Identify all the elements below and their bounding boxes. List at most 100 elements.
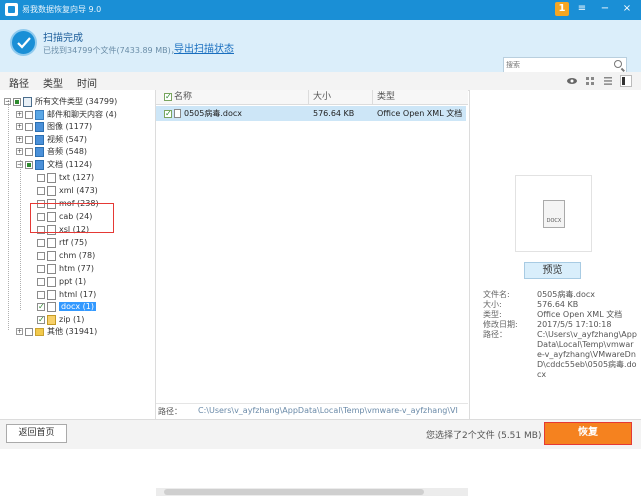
tab-path[interactable]: 路径 [9,75,29,90]
tree-checkbox[interactable] [37,238,45,247]
tree-checkbox[interactable] [25,110,33,119]
column-name[interactable]: 名称 [164,91,192,103]
tree-checkbox[interactable] [25,122,33,131]
tree-item[interactable]: − 所有文件类型 (34799) [4,96,117,108]
grid-view-icon[interactable] [584,75,596,87]
meta-label: 修改日期: [483,320,518,329]
tree-item[interactable]: + 其他 (31941) [16,326,97,338]
tree-checkbox[interactable] [25,327,33,336]
collapse-icon[interactable]: − [16,161,23,168]
preview-eye-icon[interactable] [566,75,578,87]
tree-checkbox[interactable] [37,173,45,182]
preview-pane: DOCX 预览 文件名: 0505病毒.docx 大小: 576.64 KB 类型: Of… [469,90,641,419]
row-checkbox[interactable] [164,108,172,119]
file-icon [47,185,56,196]
detail-view-icon[interactable] [620,75,632,87]
tree-checkbox[interactable] [37,314,45,326]
notification-badge[interactable]: 1 [555,2,569,16]
tree-item[interactable]: docx (1) [28,301,96,313]
menu-icon[interactable]: ≡ [575,2,589,16]
list-header: 名称 大小 类型 [156,90,468,105]
tree-item-label: 音频 (548) [47,147,88,156]
minimize-icon[interactable]: − [598,2,612,16]
expand-icon[interactable]: + [16,148,23,155]
collapse-icon[interactable]: − [4,98,11,105]
tree-item-label: chm (78) [59,251,96,260]
tree-checkbox[interactable] [37,251,45,260]
scrollbar-thumb[interactable] [164,489,424,495]
search-box[interactable] [503,57,627,73]
file-icon [47,263,56,274]
docx-file-icon: DOCX [543,200,565,228]
tree-item-label: rtf (75) [59,238,88,247]
tab-time[interactable]: 时间 [77,75,97,90]
expand-icon[interactable]: + [16,111,23,118]
column-type[interactable]: 类型 [377,91,395,103]
meta-value: 0505病毒.docx [537,290,596,299]
tree-item[interactable]: − 文档 (1124) [16,159,92,171]
tree-item[interactable]: + 邮件和聊天内容 (4) [16,109,117,121]
expand-icon[interactable]: + [16,328,23,335]
search-icon[interactable] [614,60,622,68]
tree-item[interactable]: + 图像 (1177) [16,121,92,133]
expand-icon[interactable]: + [16,123,23,130]
tree-item-label: 文档 (1124) [47,160,93,169]
tree-checkbox[interactable] [37,186,45,195]
tree-item-label: 视频 (547) [47,135,88,144]
tree-item-label: 其他 (31941) [47,327,98,336]
expand-icon[interactable]: + [16,136,23,143]
table-row[interactable]: 0505病毒.docx 576.64 KB Office Open XML 文档 [156,106,466,121]
meta-value: 576.64 KB [537,300,579,309]
folder-icon [35,327,44,336]
document-file-icon [174,109,181,118]
tree-checkbox[interactable] [37,277,45,286]
tree-checkbox[interactable] [37,301,45,313]
tree-checkbox[interactable] [25,135,33,144]
bottom-bar: 返回首页 您选择了2个文件 (5.51 MB) 恢复 [0,419,641,449]
preview-button[interactable]: 预览 [524,262,581,279]
column-size[interactable]: 大小 [313,91,331,103]
tree-item[interactable]: rtf (75) [28,237,87,249]
tree-checkbox[interactable] [25,160,33,169]
window-title: 易我数据恢复向导 9.0 [22,5,102,14]
meta-label: 大小: [483,300,502,309]
tree-item-label: zip (1) [59,315,85,324]
tree-item[interactable]: chm (78) [28,250,95,262]
highlight-annotation [30,203,114,233]
tree-item[interactable]: ppt (1) [28,276,86,288]
blue-icon [35,159,44,170]
back-home-button[interactable]: 返回首页 [6,424,67,443]
tree-item[interactable]: zip (1) [28,314,84,326]
tree-item[interactable]: html (17) [28,289,96,301]
tree-checkbox[interactable] [37,290,45,299]
file-size-cell: 576.64 KB [313,109,355,118]
file-icon [47,237,56,248]
tree-item-label: htm (77) [59,264,94,273]
scan-title: 扫描完成 [43,33,83,44]
list-view-icon[interactable] [602,75,614,87]
select-all-checkbox[interactable] [164,91,172,103]
blue-icon [35,146,44,157]
search-input[interactable] [506,59,606,71]
tree-item[interactable]: + 音频 (548) [16,146,87,158]
tree-item[interactable]: xml (473) [28,185,98,197]
meta-label: 类型: [483,310,502,319]
tree-item-label: ppt (1) [59,277,87,286]
close-icon[interactable]: × [620,2,634,16]
tree-checkbox[interactable] [37,264,45,273]
horizontal-scrollbar[interactable] [156,488,468,496]
tree-item[interactable]: htm (77) [28,263,94,275]
file-icon [47,276,56,287]
tree-checkbox[interactable] [25,147,33,156]
export-scan-status-link[interactable]: 导出扫描状态 [174,40,234,55]
meta-label: 文件名: [483,290,510,299]
tree-item[interactable]: + 视频 (547) [16,134,87,146]
file-list: 名称 大小 类型 0505病毒.docx 576.64 KB Office Op… [156,90,468,496]
title-bar: 易我数据恢复向导 9.0 1 ≡ − × [0,0,641,20]
tab-type[interactable]: 类型 [43,75,63,90]
scan-summary: 已找到34799个文件(7433.89 MB)， [43,46,179,55]
tree-checkbox[interactable] [13,97,21,106]
recover-button[interactable]: 恢复 [544,422,632,445]
tree-item[interactable]: txt (127) [28,172,94,184]
path-label: 路径： [158,407,182,416]
